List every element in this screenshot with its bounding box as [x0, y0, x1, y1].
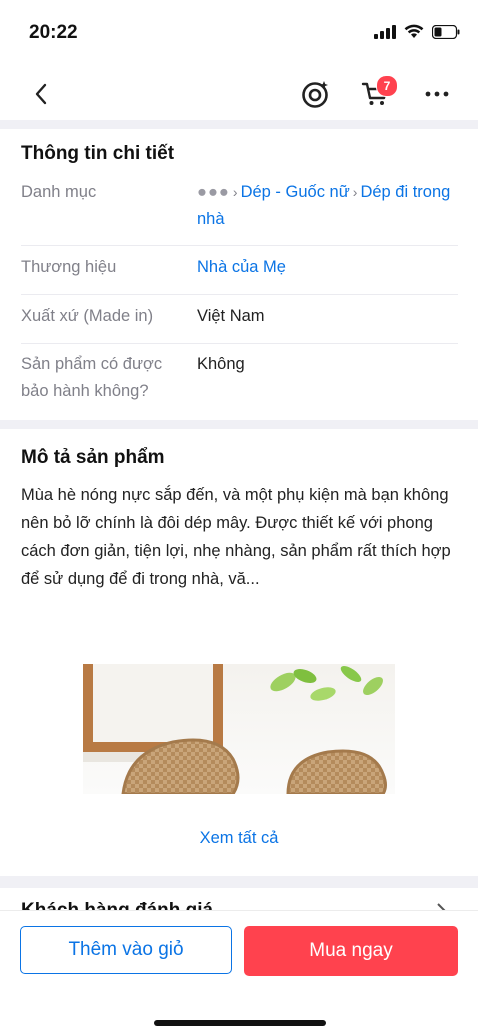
- warranty-value: Không: [197, 355, 245, 373]
- buy-now-button[interactable]: Mua ngay: [244, 926, 458, 976]
- product-details-section: Thông tin chi tiết Danh mục ●●● › Dép - Gu…: [0, 129, 478, 420]
- category-label: Danh mục: [21, 183, 97, 201]
- breadcrumb-women-shoes[interactable]: Dép - Guốc nữ: [241, 183, 350, 201]
- product-image: [83, 664, 395, 794]
- description-text: Mùa hè nóng nực sắp đến, và một phụ kiện…: [21, 486, 451, 588]
- see-all-link[interactable]: Xem tất cả: [0, 829, 478, 848]
- cart-button[interactable]: 7: [355, 74, 398, 114]
- back-arrow-icon: [35, 83, 47, 105]
- wifi-icon: [404, 24, 424, 38]
- chevron-right-icon: ›: [232, 184, 238, 200]
- status-bar: 20:22: [0, 0, 478, 66]
- brand-label: Thương hiệu: [21, 258, 117, 276]
- slipper-photo: [83, 664, 395, 794]
- section-divider: [0, 420, 478, 429]
- chevron-right-icon: ›: [352, 184, 358, 200]
- status-icons: [374, 24, 460, 39]
- battery-icon: [432, 24, 460, 39]
- more-icon: [425, 91, 449, 97]
- ellipsis-icon[interactable]: ●●●: [197, 183, 230, 201]
- status-time: 20:22: [29, 22, 78, 43]
- reviews-header[interactable]: Khách hàng đánh giá: [0, 888, 478, 912]
- back-button[interactable]: [21, 74, 61, 114]
- home-indicator: [154, 1020, 326, 1026]
- live-icon: [302, 81, 328, 108]
- description-title: Mô tả sản phẩm: [21, 447, 165, 468]
- bottom-action-bar: Thêm vào giỏ Mua ngay: [0, 910, 478, 1036]
- category-row: Danh mục ●●● › Dép - Guốc nữ › Dép đi trong …: [21, 179, 458, 246]
- signal-icon: [374, 24, 396, 39]
- warranty-row: Sản phẩm có được bảo hành không? Không: [21, 351, 458, 411]
- category-breadcrumb: ●●● › Dép - Guốc nữ › Dép đi trong nhà: [197, 179, 459, 233]
- origin-label: Xuất xứ (Made in): [21, 307, 154, 325]
- section-divider: [0, 120, 478, 129]
- more-button[interactable]: [417, 74, 457, 114]
- top-nav: 7: [0, 66, 478, 120]
- brand-link[interactable]: Nhà của Mẹ: [197, 254, 459, 281]
- cart-count-badge: 7: [376, 75, 398, 97]
- brand-row: Thương hiệu Nhà của Mẹ: [21, 254, 458, 295]
- origin-row: Xuất xứ (Made in) Việt Nam: [21, 303, 458, 344]
- section-divider: [0, 876, 478, 888]
- add-to-cart-button[interactable]: Thêm vào giỏ: [20, 926, 232, 974]
- origin-value: Việt Nam: [197, 307, 265, 325]
- details-title: Thông tin chi tiết: [21, 143, 175, 164]
- description-section: Mô tả sản phẩm Mùa hè nóng nực sắp đến, …: [0, 429, 478, 876]
- warranty-label: Sản phẩm có được bảo hành không?: [21, 355, 163, 400]
- live-button[interactable]: [295, 74, 335, 114]
